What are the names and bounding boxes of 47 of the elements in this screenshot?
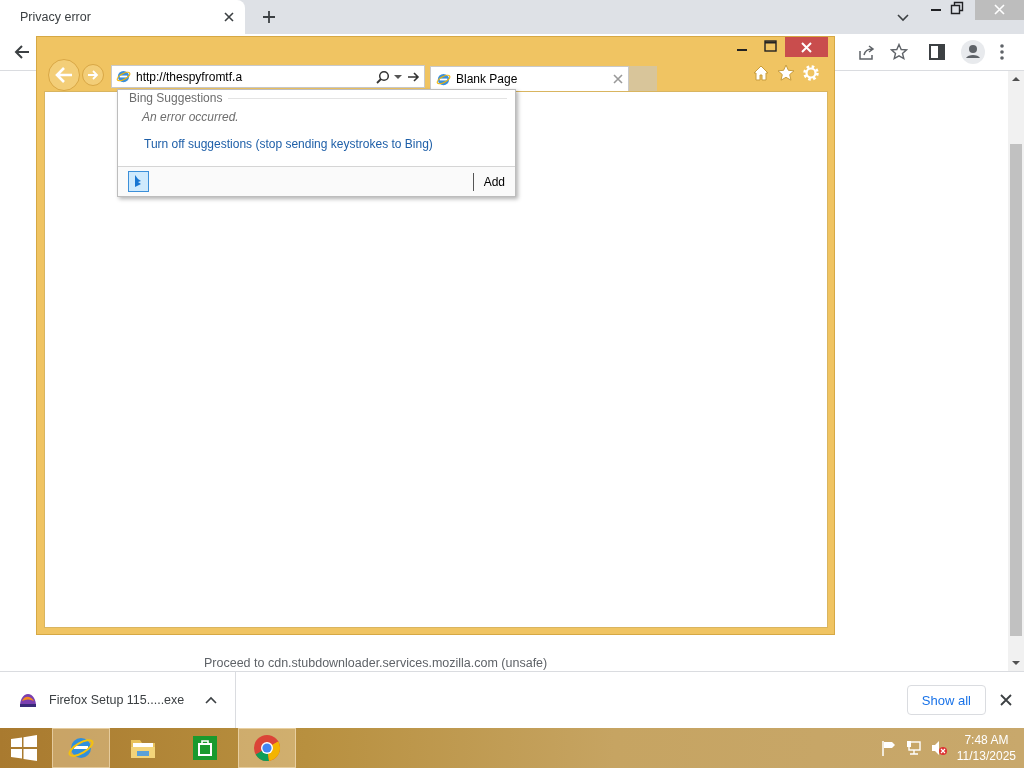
close-icon[interactable] bbox=[1000, 694, 1012, 706]
tab-title: Blank Page bbox=[456, 72, 519, 86]
error-message: An error occurred. bbox=[140, 109, 240, 124]
new-tab-icon[interactable] bbox=[261, 9, 277, 25]
chevron-up-icon[interactable] bbox=[205, 696, 217, 704]
show-all-button[interactable]: Show all bbox=[906, 685, 986, 715]
globe-icon bbox=[436, 71, 451, 87]
tab-title: Privacy error bbox=[20, 10, 92, 24]
side-panel-icon[interactable] bbox=[929, 44, 945, 60]
close-icon bbox=[801, 41, 812, 53]
bing-icon[interactable] bbox=[128, 171, 149, 192]
taskbar-button[interactable] bbox=[238, 728, 296, 768]
menu-icon[interactable] bbox=[999, 43, 1005, 61]
restore-icon[interactable] bbox=[950, 1, 964, 15]
address-text: http://thespyfromtf.a bbox=[136, 69, 243, 84]
suggestions-heading: Bing Suggestions bbox=[129, 91, 223, 105]
star-icon[interactable] bbox=[777, 64, 795, 82]
chrome-icon bbox=[253, 734, 281, 762]
share-icon[interactable] bbox=[858, 43, 876, 61]
dropdown-icon[interactable] bbox=[394, 73, 402, 80]
scroll-up-icon[interactable] bbox=[1012, 76, 1020, 82]
go-arrow-icon[interactable] bbox=[407, 70, 420, 83]
browser-tab[interactable]: Blank Page bbox=[430, 66, 629, 91]
address-bar[interactable]: http://thespyfromtf.a bbox=[111, 65, 425, 88]
windows-start-icon[interactable] bbox=[10, 734, 38, 762]
turn-off-suggestions-link[interactable]: Turn off suggestions (stop sending keystrokes to Bing) bbox=[118, 124, 433, 151]
shopping-bag-icon bbox=[191, 734, 219, 762]
back-arrow-icon bbox=[54, 65, 74, 84]
clock-time: 7:48 AM bbox=[964, 732, 1009, 748]
scroll-down-icon[interactable] bbox=[1012, 660, 1020, 666]
search-icon[interactable] bbox=[376, 69, 390, 84]
star-icon[interactable] bbox=[890, 43, 908, 61]
file-name: Firefox Setup 115.....exe bbox=[49, 693, 186, 707]
profile-icon[interactable] bbox=[961, 40, 985, 64]
clock-date: 11/13/2025 bbox=[956, 748, 1016, 764]
muted-speaker-icon[interactable] bbox=[930, 740, 947, 756]
proceed-link[interactable]: Proceed to cdn.stubdownloader.services.mozilla.com (unsafe) bbox=[204, 656, 548, 671]
globe-icon bbox=[116, 69, 131, 84]
home-icon[interactable] bbox=[752, 64, 770, 82]
maximize-icon[interactable] bbox=[764, 40, 777, 52]
close-button[interactable] bbox=[785, 37, 828, 57]
firefox-installer-icon bbox=[19, 692, 37, 708]
add-button[interactable]: Add bbox=[472, 172, 505, 191]
back-icon[interactable] bbox=[13, 43, 31, 61]
browser-tab[interactable]: Privacy error bbox=[0, 0, 245, 34]
scrollbar[interactable] bbox=[1008, 71, 1024, 671]
forward-arrow-icon bbox=[87, 68, 99, 81]
